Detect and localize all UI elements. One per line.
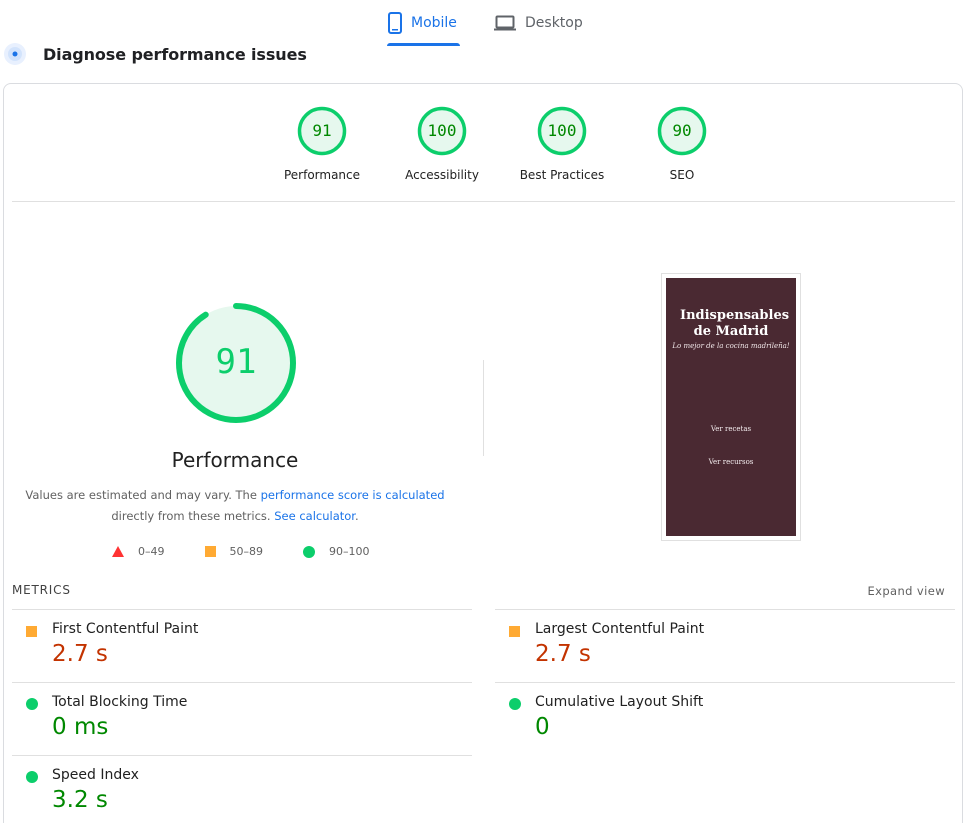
score-legend: 0–49 50–89 90–100 <box>112 545 370 558</box>
performance-target-icon <box>0 40 30 68</box>
legend-average-range: 50–89 <box>229 545 264 558</box>
section-title: Diagnose performance issues <box>43 44 307 64</box>
screenshot-subtitle: Lo mejor de la cocina madrileña! <box>672 342 790 350</box>
gauge-seo[interactable]: 90 SEO <box>622 106 742 182</box>
gauge-performance-label: Performance <box>283 168 361 182</box>
svg-text:90: 90 <box>672 121 691 140</box>
metrics-divider <box>495 682 955 683</box>
section-heading: Diagnose performance issues <box>0 40 307 68</box>
final-screenshot[interactable]: Indispensables de Madrid Lo mejor de la … <box>661 273 801 541</box>
metrics-divider <box>12 682 472 683</box>
fail-triangle-icon <box>112 546 124 557</box>
pass-circle-icon <box>26 771 38 783</box>
gauge-seo-label: SEO <box>669 168 695 182</box>
legend-average: 50–89 <box>204 545 264 558</box>
metric-value: 2.7 s <box>52 641 108 667</box>
gauge-accessibility-label: Accessibility <box>405 168 479 182</box>
gauge-seo-ring: 90 <box>657 106 707 156</box>
metric-name: Largest Contentful Paint <box>535 621 705 637</box>
gauge-best-practices-ring: 100 <box>537 106 587 156</box>
tab-mobile-label: Mobile <box>411 15 457 31</box>
svg-text:91: 91 <box>312 121 331 140</box>
svg-text:100: 100 <box>428 121 457 140</box>
average-square-icon <box>26 626 37 637</box>
average-square-icon <box>204 546 216 557</box>
metric-name: Total Blocking Time <box>52 694 188 710</box>
laptop-icon <box>494 15 516 31</box>
legend-fail: 0–49 <box>112 545 165 558</box>
desc-text-3: . <box>354 509 359 523</box>
average-square-icon <box>509 626 520 637</box>
screenshot-link-recetas: Ver recetas <box>710 425 752 433</box>
metric-name: First Contentful Paint <box>52 621 199 637</box>
pass-circle-icon <box>509 698 521 710</box>
legend-pass-range: 90–100 <box>329 545 370 558</box>
desc-text-1: Values are estimated and may vary. The <box>25 488 261 502</box>
performance-title: Performance <box>171 448 299 472</box>
metrics-heading: METRICS <box>12 583 71 597</box>
phone-icon <box>388 12 402 34</box>
category-gauges: 91 Performance 100 Accessibility 100 Bes… <box>262 106 742 182</box>
desc-text-2: directly from these metrics. <box>111 509 275 523</box>
svg-text:100: 100 <box>548 121 577 140</box>
gauge-accessibility-ring: 100 <box>417 106 467 156</box>
performance-score: 91 <box>216 342 257 382</box>
performance-gauge-large: 91 <box>174 301 298 429</box>
metric-value: 0 ms <box>52 714 109 740</box>
gauge-best-practices[interactable]: 100 Best Practices <box>502 106 622 182</box>
gauge-performance-ring: 91 <box>297 106 347 156</box>
metric-name: Cumulative Layout Shift <box>535 694 704 710</box>
tab-desktop[interactable]: Desktop <box>494 0 583 46</box>
metric-name: Speed Index <box>52 767 139 783</box>
screenshot-content: Indispensables de Madrid Lo mejor de la … <box>666 278 796 536</box>
metrics-divider <box>12 609 472 610</box>
tab-mobile[interactable]: Mobile <box>384 0 460 46</box>
metric-value: 0 <box>535 714 550 740</box>
metric-value: 3.2 s <box>52 787 108 813</box>
gauge-accessibility[interactable]: 100 Accessibility <box>382 106 502 182</box>
screenshot-title: Indispensables de Madrid <box>680 308 790 339</box>
performance-description: Values are estimated and may vary. The p… <box>20 485 450 527</box>
screenshot-link-recursos: Ver recursos <box>708 458 754 466</box>
expand-view-toggle[interactable]: Expand view <box>867 584 945 598</box>
gauge-performance[interactable]: 91 Performance <box>262 106 382 182</box>
score-calculated-link[interactable]: performance score is calculated <box>261 488 445 502</box>
pass-circle-icon <box>303 545 315 558</box>
metrics-divider <box>495 609 955 610</box>
pass-circle-icon <box>26 698 38 710</box>
gauge-best-practices-label: Best Practices <box>519 168 605 182</box>
see-calculator-link[interactable]: See calculator <box>274 509 355 523</box>
metrics-divider <box>12 755 472 756</box>
device-tabs: Mobile Desktop <box>384 0 583 46</box>
tab-desktop-label: Desktop <box>525 15 583 31</box>
vertical-divider <box>483 360 484 456</box>
divider <box>12 201 955 202</box>
metric-value: 2.7 s <box>535 641 591 667</box>
legend-pass: 90–100 <box>303 545 370 558</box>
legend-fail-range: 0–49 <box>138 545 165 558</box>
